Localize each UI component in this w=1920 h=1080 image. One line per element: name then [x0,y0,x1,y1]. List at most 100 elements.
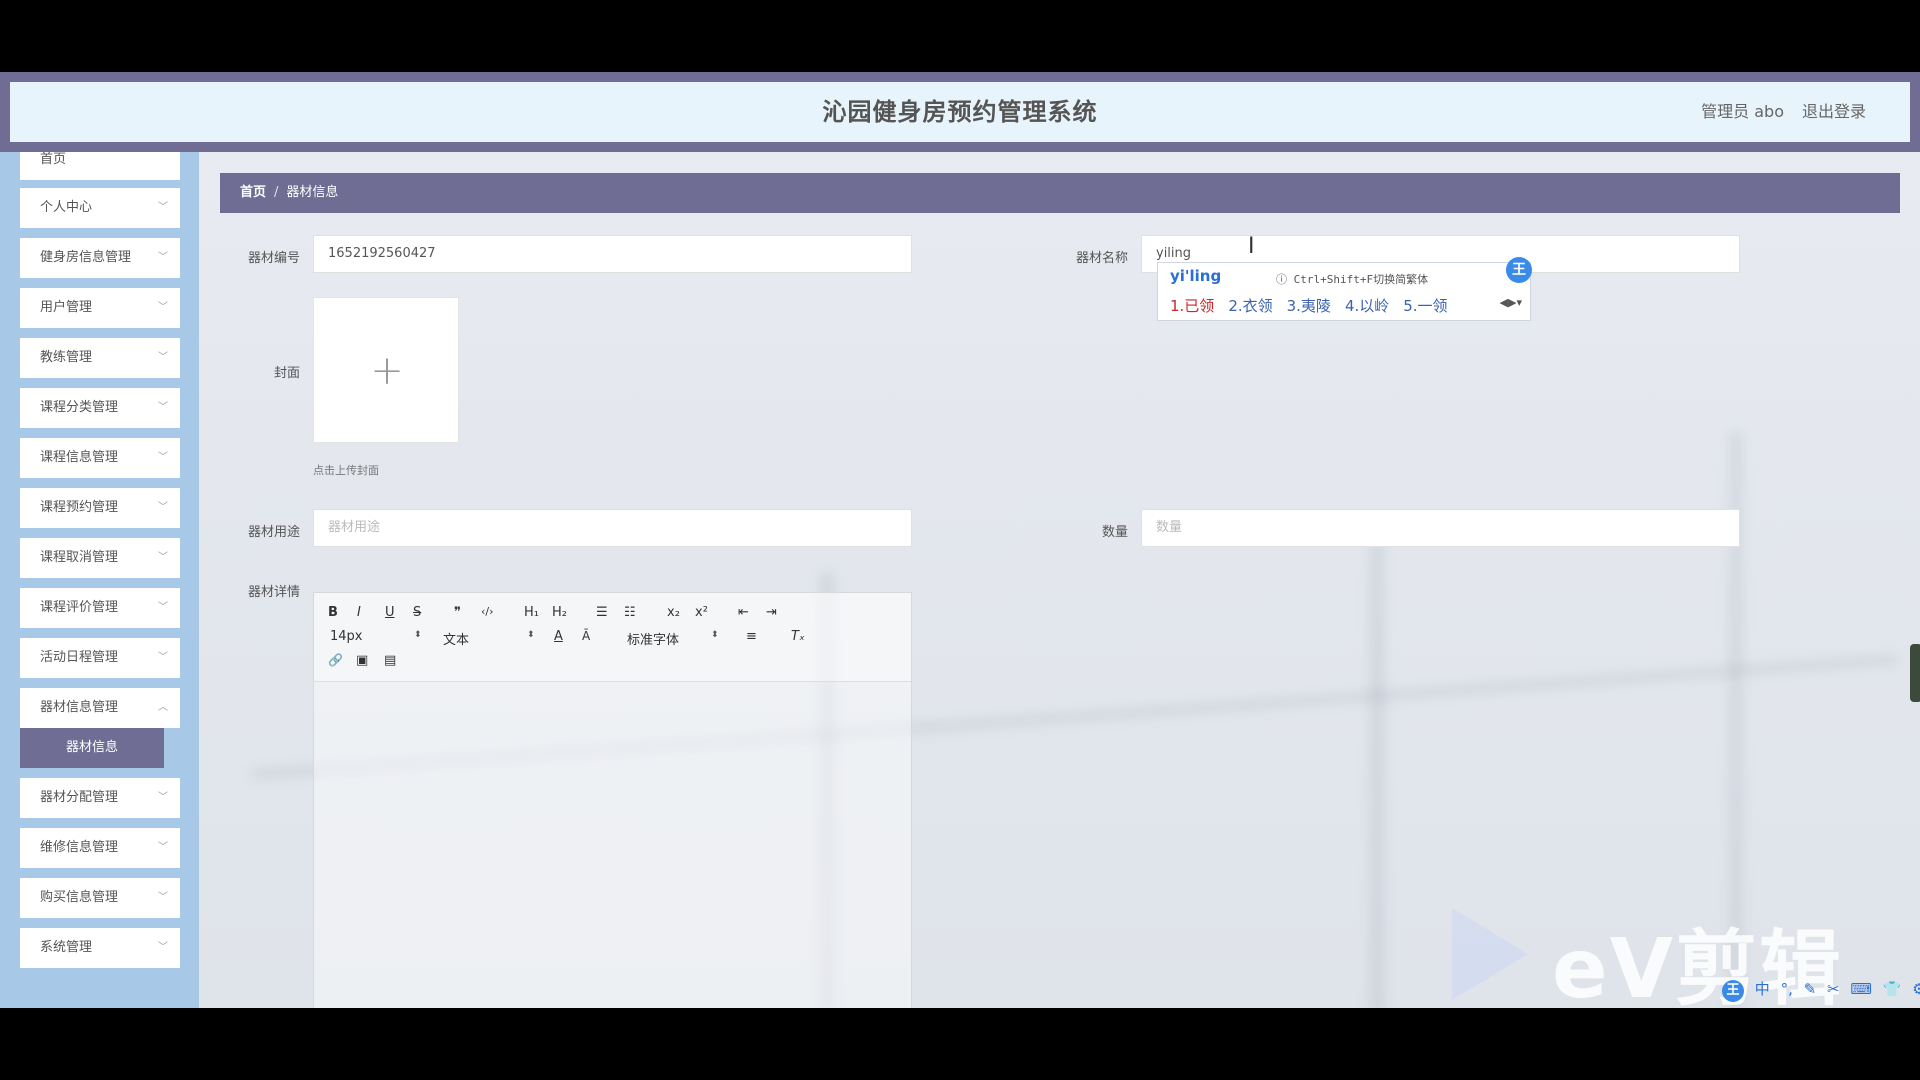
video-icon[interactable]: ▤ [384,653,396,668]
sidebar-item-home[interactable]: 首页 [20,152,180,180]
ime-candidate[interactable]: 2.衣领 [1228,297,1272,315]
sidebar-item-label: 用户管理 [40,300,93,315]
header-select[interactable]: 文本 ⬍ [443,629,535,648]
ime-candidate[interactable]: 3.夷陵 [1287,297,1331,315]
app-window: 沁园健身房预约管理系统 管理员 abo 退出登录 首页 个人中心 ﹀ 健身房信息管… [0,72,1920,1008]
ime-composition: yi'ling [1170,267,1222,285]
sidebar-item-activity-schedule[interactable]: 活动日程管理 ﹀ [20,638,180,678]
sidebar-item-personal-center[interactable]: 个人中心 ﹀ [20,188,180,228]
breadcrumb-home[interactable]: 首页 [240,185,266,200]
chinese-mode-icon[interactable]: 中 [1755,980,1770,998]
quote-icon[interactable]: ❞ [454,605,461,620]
link-icon[interactable]: 🔗 [328,653,343,667]
current-user: 管理员 abo [1701,102,1784,121]
sidebar-item-label: 课程取消管理 [40,550,119,565]
sidebar-item-purchase-info[interactable]: 购买信息管理 ﹀ [20,878,180,918]
text-cursor-icon: I [1248,234,1255,259]
sidebar-item-system[interactable]: 系统管理 ﹀ [20,928,180,968]
sidebar-item-course-cancel[interactable]: 课程取消管理 ﹀ [20,538,180,578]
sidebar-item-gym-info[interactable]: 健身房信息管理 ﹀ [20,238,180,278]
top-letterbox [0,0,1920,72]
sidebar-subitem-equipment[interactable]: 器材信息 [20,728,164,768]
h1-icon[interactable]: H₁ [524,605,539,620]
select-arrow-icon: ⬍ [711,630,719,640]
side-drag-handle[interactable] [1910,644,1920,702]
editor-content-area[interactable] [314,682,911,1008]
code-icon[interactable]: ‹/› [481,605,494,618]
cover-upload[interactable]: + [313,297,459,443]
code-input[interactable]: 1652192560427 [313,235,912,273]
logout-link[interactable]: 退出登录 [1802,82,1866,142]
subscript-icon[interactable]: x₂ [667,605,680,620]
sidebar-item-label: 课程预约管理 [40,500,119,515]
scissors-icon[interactable]: ✂ [1827,980,1840,998]
underline-icon[interactable]: U [385,605,395,620]
chevron-left-icon[interactable]: ◀ [1500,296,1508,309]
skin-icon[interactable]: 👕 [1883,980,1902,998]
italic-icon[interactable]: I [357,605,361,620]
sidebar-item-course-category[interactable]: 课程分类管理 ﹀ [20,388,180,428]
chevron-down-icon: ﹀ [158,202,168,213]
breadcrumb-current: 器材信息 [286,185,339,200]
chevron-down-icon: ﹀ [158,892,168,903]
indent-icon[interactable]: ⇥ [766,605,777,620]
bold-icon[interactable]: B [328,605,338,620]
ime-candidate-window: yi'ling ⓘ Ctrl+Shift+F切换简繁体 王 1.已领 2.衣领 3.… [1157,257,1532,321]
h2-icon[interactable]: H₂ [552,605,567,620]
ime-hint: ⓘ Ctrl+Shift+F切换简繁体 [1276,271,1428,287]
ime-candidate[interactable]: 4.以岭 [1345,297,1389,315]
ime-logo-icon[interactable]: 王 [1722,980,1744,1002]
plus-icon: + [370,348,404,394]
font-family-select[interactable]: 标准字体 ⬍ [627,629,719,648]
ime-page-nav[interactable]: ◀▶▾ [1500,296,1522,309]
image-icon[interactable]: ▣ [356,653,368,668]
detail-label: 器材详情 [247,585,300,600]
sidebar-item-course-booking[interactable]: 课程预约管理 ﹀ [20,488,180,528]
sidebar-item-repair-info[interactable]: 维修信息管理 ﹀ [20,828,180,868]
chevron-up-icon: ︿ [158,702,168,713]
screen: 沁园健身房预约管理系统 管理员 abo 退出登录 首页 个人中心 ﹀ 健身房信息管… [0,0,1920,1080]
punctuation-icon[interactable]: °, [1781,980,1793,998]
sidebar-item-equipment-allocation[interactable]: 器材分配管理 ﹀ [20,778,180,818]
ordered-list-icon[interactable]: ☰ [596,605,608,620]
chevron-down-icon: ﹀ [158,302,168,313]
sidebar-item-label: 首页 [40,152,67,167]
cover-upload-hint: 点击上传封面 [313,464,379,477]
rich-text-editor: B I U S ❞ ‹/› H₁ H₂ ☰ ☷ x₂ x² ⇤ ⇥ 14px ⬍ … [313,592,912,1008]
sidebar-item-course-info[interactable]: 课程信息管理 ﹀ [20,438,180,478]
background-color-icon[interactable]: Ā [582,629,590,643]
header-select-value: 文本 [443,633,470,648]
keyboard-icon[interactable]: ⌨ [1850,980,1872,998]
ime-candidate[interactable]: 5.一领 [1403,297,1447,315]
chevron-down-icon: ﹀ [158,842,168,853]
align-icon[interactable]: ≡ [746,629,757,644]
sidebar-item-label: 课程分类管理 [40,400,119,415]
sidebar-item-users[interactable]: 用户管理 ﹀ [20,288,180,328]
bullet-list-icon[interactable]: ☷ [624,605,636,620]
chevron-down-icon[interactable]: ▾ [1516,296,1522,309]
info-icon: ⓘ [1276,273,1294,286]
ime-candidate[interactable]: 1.已领 [1170,297,1214,315]
text-color-icon[interactable]: A [554,629,563,644]
play-icon [1452,908,1528,1000]
superscript-icon[interactable]: x² [695,605,708,620]
gear-icon[interactable]: ⚙ [1912,980,1920,998]
font-size-value: 14px [330,629,363,644]
chevron-down-icon: ﹀ [158,352,168,363]
handwriting-icon[interactable]: ✎ [1804,980,1817,998]
sidebar-item-course-review[interactable]: 课程评价管理 ﹀ [20,588,180,628]
code-label: 器材编号 [247,251,300,266]
font-size-select[interactable]: 14px ⬍ [330,629,422,644]
sidebar-item-label: 课程评价管理 [40,600,119,615]
clear-format-icon[interactable]: Tₓ [791,629,805,644]
name-label: 器材名称 [1075,251,1128,266]
strike-icon[interactable]: S [413,605,421,620]
usage-label: 器材用途 [247,525,300,540]
sidebar-item-coaches[interactable]: 教练管理 ﹀ [20,338,180,378]
sidebar-item-label: 系统管理 [40,940,93,955]
quantity-input[interactable]: 数量 [1141,509,1740,547]
select-arrow-icon: ⬍ [414,630,422,640]
outdent-icon[interactable]: ⇤ [738,605,749,620]
usage-input[interactable]: 器材用途 [313,509,912,547]
sidebar-item-equipment-info[interactable]: 器材信息管理 ︿ [20,688,180,728]
